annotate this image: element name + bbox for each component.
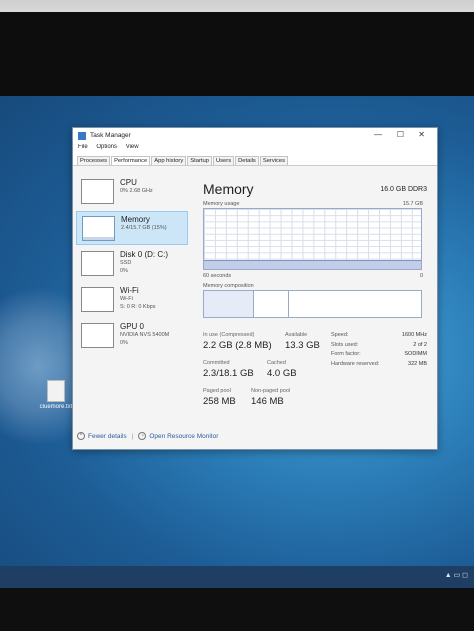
memory-thumbnail-graph: [82, 216, 115, 241]
hw-row-form-factor: Form factor: SODIMM: [331, 351, 427, 357]
tab-app-history[interactable]: App history: [151, 156, 187, 165]
menu-options[interactable]: Options: [96, 144, 117, 150]
memory-details-pane: Memory 16.0 GB DDR3 Memory usage 15.7 GB…: [201, 175, 427, 425]
composition-in-use: [204, 291, 254, 317]
minimize-button[interactable]: —: [374, 130, 382, 139]
memory-usage-graph: [203, 208, 422, 270]
stat-nonpaged-pool: Non-paged pool 146 MB: [251, 388, 291, 407]
monitor-bezel: [0, 12, 474, 96]
photo-bottom-area: [0, 588, 474, 631]
stat-available: Available 13.3 GB: [285, 332, 320, 351]
resource-monitor-icon: ◔: [138, 432, 147, 440]
open-resource-monitor-link[interactable]: Open Resource Monitor: [149, 433, 218, 440]
sidebar-item-wifi[interactable]: Wi-Fi Wi-Fi S: 0 R: 0 Kbps: [76, 283, 188, 317]
tab-performance[interactable]: Performance: [111, 156, 151, 165]
window-title: Task Manager: [90, 132, 131, 139]
stat-committed: Committed 2.3/18.1 GB: [203, 360, 254, 379]
menu-bar: File Options View: [73, 144, 437, 154]
memory-composition-bar: [203, 290, 422, 318]
sidebar-item-label: Disk 0 (D: C:): [120, 250, 168, 259]
cpu-thumbnail-graph: [81, 179, 114, 204]
sidebar-item-label: CPU: [120, 178, 137, 187]
fewer-details-link[interactable]: Fewer details: [88, 433, 127, 440]
disk-thumbnail-graph: [81, 251, 114, 276]
sidebar-item-detail: 0%: [120, 268, 128, 274]
usage-graph-max: 15.7 GB: [402, 201, 423, 207]
desktop-file-icon[interactable]: cluemore.txt: [36, 380, 76, 410]
close-button[interactable]: ✕: [418, 130, 425, 139]
tab-details[interactable]: Details: [235, 156, 259, 165]
maximize-button[interactable]: ☐: [397, 130, 404, 139]
sidebar-item-label: Wi-Fi: [120, 286, 139, 295]
memory-usage-area: [204, 260, 421, 269]
sidebar-item-detail: SSD: [120, 260, 132, 266]
sidebar-item-detail: 2.4/15.7 GB (15%): [121, 225, 167, 231]
sidebar-item-detail: S: 0 R: 0 Kbps: [120, 304, 156, 310]
taskbar: ▲ ▭ ◻: [0, 566, 474, 588]
hw-row-slots: Slots used: 2 of 2: [331, 341, 427, 348]
footer-separator: |: [131, 432, 134, 440]
task-manager-window: Task Manager — ☐ ✕ File Options View Pro…: [72, 127, 438, 450]
tab-startup[interactable]: Startup: [187, 156, 212, 165]
sidebar-item-detail: Wi-Fi: [120, 296, 133, 302]
stat-cached: Cached 4.0 GB: [267, 360, 297, 379]
hw-row-reserved: Hardware reserved: 322 MB: [331, 360, 427, 367]
wifi-thumbnail-graph: [81, 287, 114, 312]
task-manager-icon: [78, 132, 86, 140]
footer-bar: ^ Fewer details | ◔ Open Resource Monito…: [77, 432, 218, 440]
graph-time-zero: 0: [419, 273, 423, 279]
stat-paged-pool: Paged pool 258 MB: [203, 388, 236, 407]
gpu-thumbnail-graph: [81, 323, 114, 348]
sidebar-item-cpu[interactable]: CPU 0% 2.68 GHz: [76, 175, 188, 209]
tab-users[interactable]: Users: [212, 156, 235, 165]
tab-bar: Processes Performance App history Startu…: [73, 154, 437, 166]
memory-capacity: 16.0 GB DDR3: [380, 186, 427, 193]
tab-services[interactable]: Services: [259, 156, 289, 165]
hardware-info: Speed: 1600 MHz Slots used: 2 of 2 Form fa…: [331, 332, 427, 370]
composition-label: Memory composition: [203, 283, 254, 289]
sidebar-item-detail: 0% 2.68 GHz: [120, 188, 153, 194]
sidebar-item-memory[interactable]: Memory 2.4/15.7 GB (15%): [76, 211, 188, 245]
tab-processes[interactable]: Processes: [77, 156, 111, 165]
desktop-file-label: cluemore.txt: [39, 404, 73, 410]
stat-in-use: In use (Compressed) 2.2 GB (2.8 MB): [203, 332, 272, 351]
chevron-up-icon: ^: [77, 432, 85, 440]
sidebar-item-label: GPU 0: [120, 322, 145, 331]
sidebar-item-detail: NVIDIA NVS 5400M: [120, 332, 170, 338]
sidebar-item-disk[interactable]: Disk 0 (D: C:) SSD 0%: [76, 247, 188, 281]
resource-list: CPU 0% 2.68 GHz Memory 2.4/15.7 GB (15%)…: [76, 175, 188, 425]
graph-time-label: 60 seconds: [203, 273, 232, 279]
file-icon: [47, 380, 65, 402]
hw-row-speed: Speed: 1600 MHz: [331, 332, 427, 338]
composition-modified: [254, 291, 289, 317]
menu-view[interactable]: View: [126, 144, 139, 150]
sidebar-item-gpu[interactable]: GPU 0 NVIDIA NVS 5400M 0%: [76, 319, 188, 353]
page-title: Memory: [203, 181, 254, 197]
system-tray[interactable]: ▲ ▭ ◻: [445, 571, 468, 579]
menu-file[interactable]: File: [78, 144, 88, 150]
sidebar-item-detail: 0%: [120, 340, 128, 346]
sidebar-item-label: Memory: [121, 215, 150, 224]
usage-graph-label: Memory usage: [203, 201, 240, 207]
title-bar[interactable]: Task Manager — ☐ ✕: [73, 128, 437, 144]
